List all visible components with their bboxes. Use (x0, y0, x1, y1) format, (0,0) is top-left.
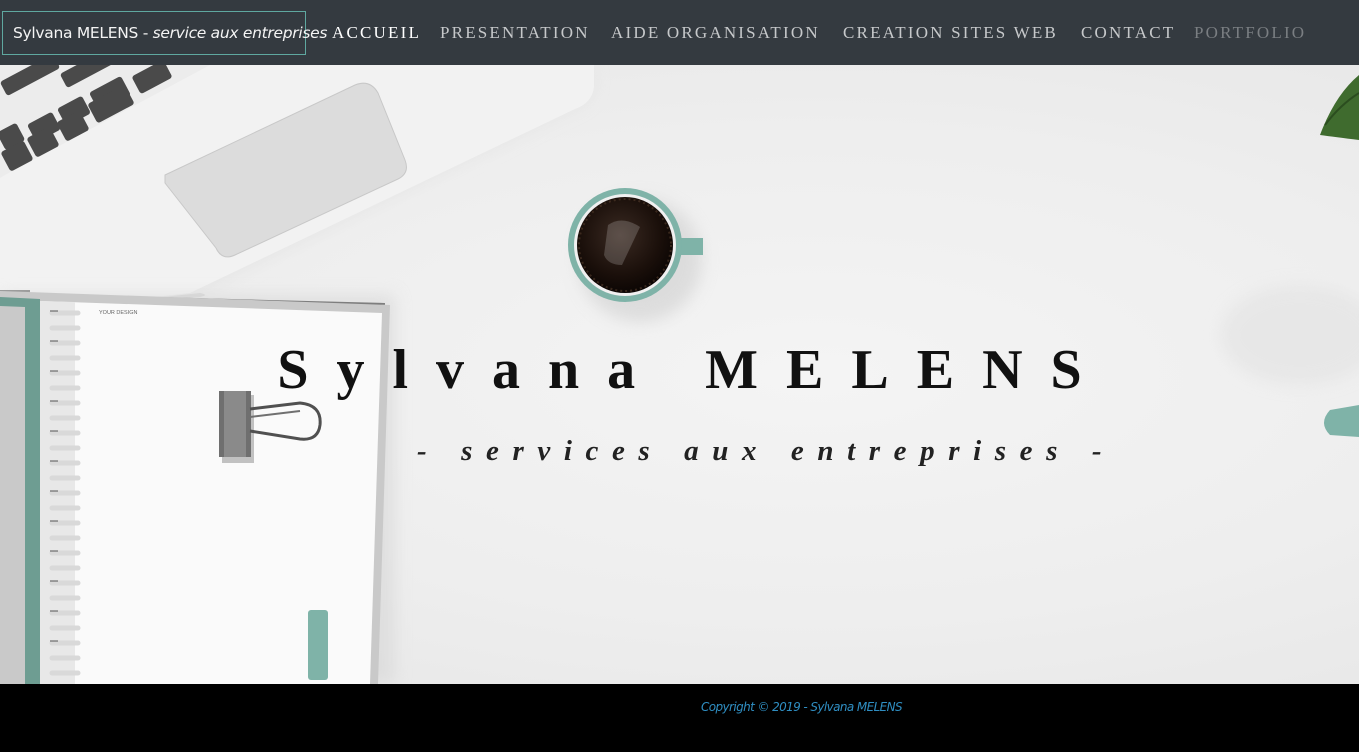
eraser-image (308, 610, 328, 680)
brand-name: Sylvana MELENS - (13, 24, 153, 42)
nav-portfolio[interactable]: PORTFOLIO (1194, 0, 1306, 65)
brand-tagline: service aux entreprises (152, 24, 328, 42)
hero-section: YOUR DESIGN Sylvana MELENS - services au… (0, 65, 1359, 684)
plant-leaf-image (1320, 75, 1359, 140)
top-navbar: Sylvana MELENS - service aux entreprises… (0, 0, 1359, 65)
nav-contact[interactable]: CONTACT (1081, 0, 1175, 65)
brand-link[interactable]: Sylvana MELENS - service aux entreprises (2, 11, 327, 55)
footer: Copyright © 2019 - Sylvana MELENS (0, 684, 1359, 752)
hero-title: Sylvana MELENS (277, 339, 1110, 401)
nav-accueil[interactable]: ACCUEIL (332, 0, 421, 65)
hero-subtitle: - services aux entreprises - (417, 435, 1116, 467)
copyright-text: Copyright © 2019 - Sylvana MELENS (701, 700, 903, 714)
nav-aide-organisation[interactable]: AIDE ORGANISATION (611, 0, 820, 65)
nav-creation-sites-web[interactable]: CREATION SITES WEB (843, 0, 1058, 65)
coffee-cup-image (568, 188, 703, 322)
nav-presentation[interactable]: PRESENTATION (440, 0, 590, 65)
notebook-label: YOUR DESIGN (99, 310, 138, 316)
laptop-image (0, 65, 594, 320)
